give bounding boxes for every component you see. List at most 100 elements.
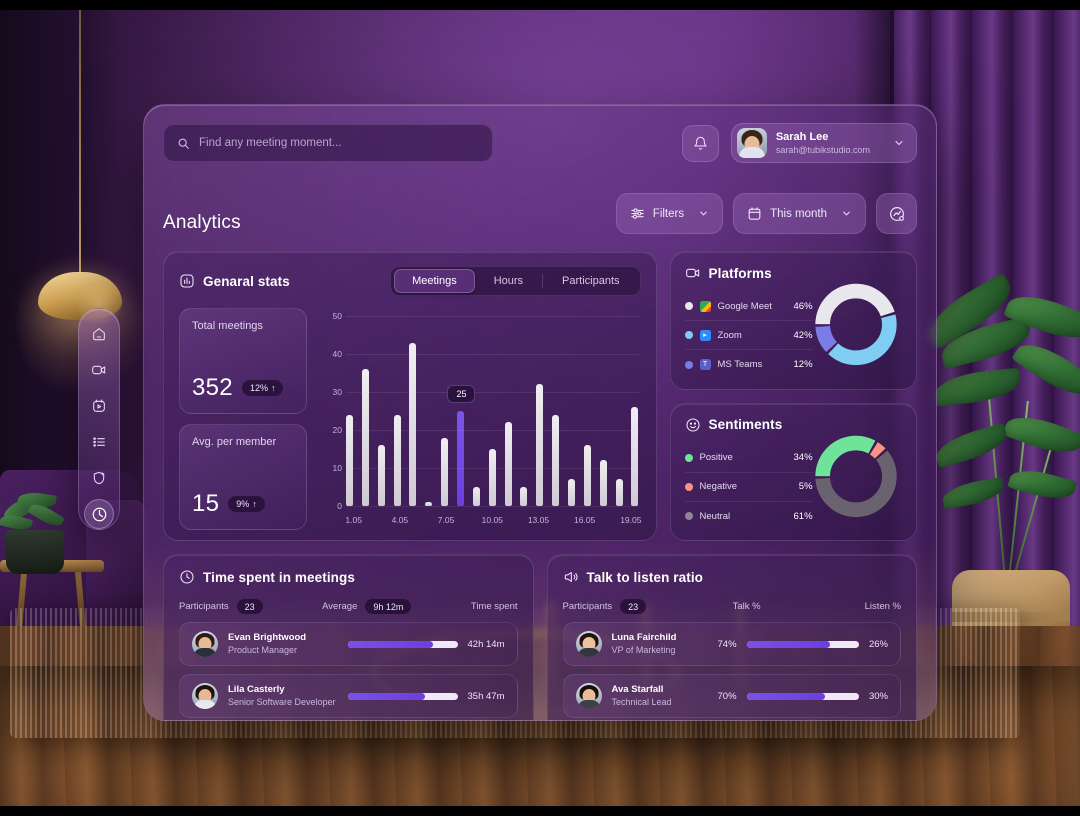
chart-gridline (346, 430, 639, 431)
listen-value: 30% (868, 690, 888, 702)
stat-delta-badge: 12% ↑ (241, 380, 284, 396)
chart-bar[interactable] (346, 414, 353, 506)
sidebar-item-insights[interactable] (84, 463, 114, 493)
chart-bar[interactable] (583, 445, 591, 506)
avatar (575, 631, 602, 657)
meetings-bar-chart: 0 10 20 30 40 50 1.05 4.05 7.05 10.05 13.05 16.05 19… (320, 308, 642, 530)
chart-x-tick: 13.05 (527, 515, 550, 525)
legend-label: Neutral (699, 510, 731, 522)
progress-fill (746, 692, 826, 700)
notifications-button[interactable] (681, 124, 719, 162)
profile-menu[interactable]: Sarah Lee sarah@tubikstudio.com (730, 123, 917, 163)
platforms-donut-chart (812, 281, 900, 369)
chart-bar[interactable] (409, 342, 417, 506)
export-report-button[interactable] (876, 193, 917, 234)
chart-bar[interactable] (504, 422, 512, 506)
chart-bar[interactable] (520, 487, 528, 506)
chart-bar[interactable] (552, 414, 560, 506)
progress-fill (348, 640, 434, 648)
sidebar-item-home[interactable] (84, 319, 114, 349)
scene-3d-mockup: Sarah Lee sarah@tubikstudio.com Analytic… (0, 0, 1080, 816)
tab-hours[interactable]: Hours (477, 269, 540, 293)
person-role: Technical Lead (611, 697, 672, 708)
list-item[interactable]: Lila Casterly Senior Software Developer … (179, 674, 518, 718)
filters-button[interactable]: Filters (615, 193, 724, 234)
sentiments-donut-chart (812, 432, 900, 520)
legend-row: T MS Teams 12% (684, 350, 813, 379)
progress-bar (348, 640, 458, 648)
search-input[interactable] (199, 137, 479, 149)
sidebar-item-meetings[interactable] (84, 355, 114, 385)
tab-meetings[interactable]: Meetings (394, 269, 475, 293)
stat-label: Total meetings (192, 320, 263, 332)
person-name: Evan Brightwood (228, 632, 307, 644)
sidebar-item-analytics[interactable] (84, 499, 114, 529)
search-icon (177, 137, 190, 150)
search-box[interactable] (163, 124, 493, 162)
chart-bar[interactable] (615, 479, 623, 506)
media-play-icon (93, 399, 105, 412)
tab-participants[interactable]: Participants (545, 269, 636, 293)
legend-value: 34% (793, 452, 813, 463)
avatar (736, 128, 767, 158)
progress-bar (746, 692, 859, 700)
talk-label: Talk % (732, 601, 761, 612)
page-title: Analytics (163, 212, 241, 233)
stat-value: 352 (192, 374, 233, 401)
chart-gridline (346, 468, 639, 469)
average-label: Average (322, 601, 358, 612)
zoom-icon: ▸ (699, 329, 711, 341)
list-item[interactable]: Luna Fairchild VP of Marketing 74% 26% (562, 622, 901, 666)
chart-bar-selected[interactable] (457, 411, 465, 506)
period-button[interactable]: This month (733, 193, 866, 234)
legend-label: Google Meet (717, 300, 772, 312)
progress-bar (746, 640, 859, 648)
chart-bar[interactable] (393, 414, 401, 506)
list-item[interactable]: Evan Brightwood Product Manager 42h 14m (179, 622, 518, 666)
pendant-lamp-cord (79, 10, 81, 275)
legend-value: 61% (793, 510, 813, 522)
general-stats-card: Genaral stats Meetings Hours Participant… (163, 251, 657, 541)
sliders-icon (630, 206, 645, 221)
time-spent-panel: Time spent in meetings Participants 23 A… (163, 554, 534, 720)
chart-y-tick: 20 (332, 425, 342, 435)
stat-label: Avg. per member (192, 436, 277, 448)
legend-dot (684, 302, 693, 310)
chart-bar[interactable] (536, 384, 544, 506)
sidebar-item-tasks[interactable] (84, 427, 114, 457)
chart-bar[interactable] (361, 369, 369, 506)
sidebar-item-recordings[interactable] (84, 391, 114, 421)
person-role: Senior Software Developer (228, 697, 336, 708)
chart-bar[interactable] (568, 479, 576, 506)
chart-bar[interactable] (472, 487, 480, 506)
avatar (575, 683, 602, 709)
stat-avg-per-member: Avg. per member 15 9% ↑ (179, 424, 307, 530)
avatar (192, 683, 218, 709)
bar-chart-icon (179, 273, 195, 289)
stat-total-meetings: Total meetings 352 12% ↑ (179, 308, 307, 414)
chart-x-tick: 1.05 (345, 515, 362, 525)
tab-divider (542, 274, 544, 288)
sidebar-rail (78, 308, 120, 530)
sentiments-legend: Positive 34% Negative 5% Neutral 61% (684, 444, 813, 531)
chart-gridline (346, 354, 639, 355)
main-grid: Genaral stats Meetings Hours Participant… (163, 251, 917, 541)
time-spent-value: 35h 47m (467, 690, 505, 702)
list-item[interactable]: Ava Starfall Technical Lead 70% 30% (562, 674, 901, 718)
chart-bar[interactable] (441, 437, 449, 506)
legend-value: 12% (793, 359, 813, 370)
platforms-title: Platforms (708, 265, 772, 281)
talk-listen-panel: Talk to listen ratio Participants 23 Tal… (546, 554, 917, 720)
chart-bar[interactable] (377, 445, 385, 506)
stat-column: Total meetings 352 12% ↑ Avg. per member… (179, 308, 307, 530)
small-plant-pot (6, 530, 64, 574)
legend-label: Positive (699, 452, 733, 463)
general-stats-title: Genaral stats (203, 273, 290, 289)
person-name: Luna Fairchild (611, 632, 677, 644)
calendar-icon (747, 206, 762, 221)
clock-icon (179, 569, 195, 585)
chart-bar[interactable] (488, 449, 496, 506)
legend-label: MS Teams (717, 359, 763, 370)
chart-bar[interactable] (631, 407, 639, 506)
legend-value: 46% (793, 300, 813, 312)
